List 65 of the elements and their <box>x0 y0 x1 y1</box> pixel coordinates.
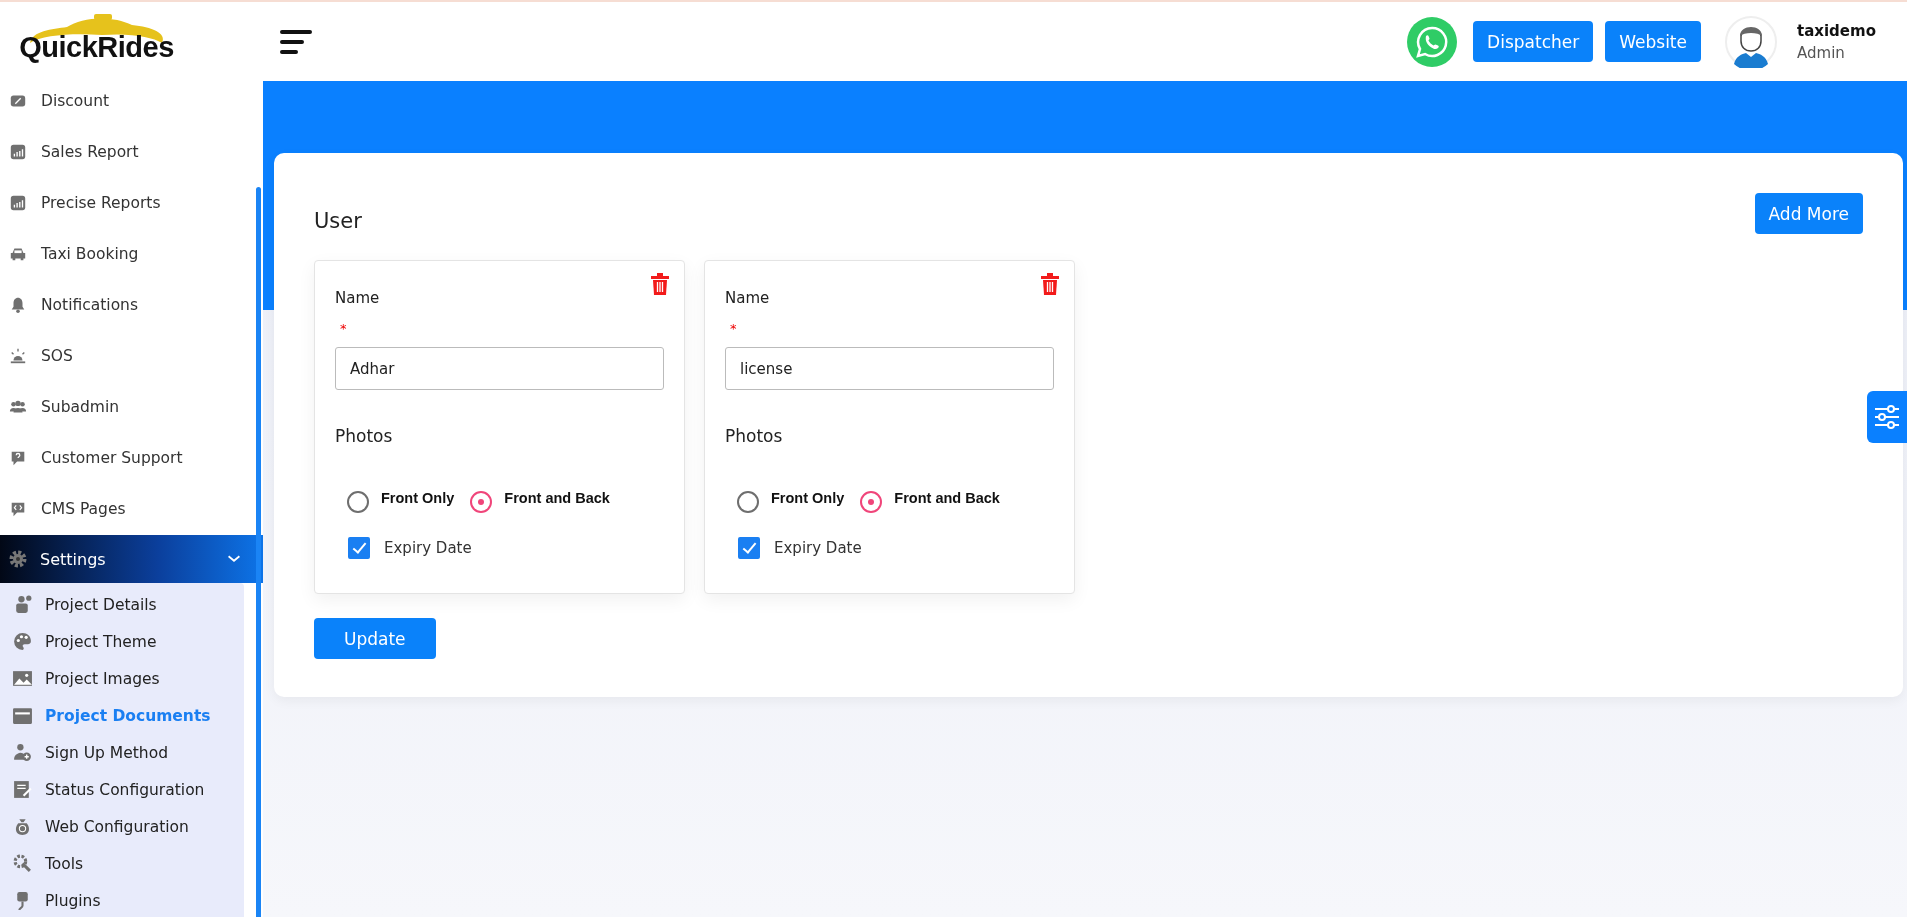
name-input[interactable]: Adhar <box>335 347 664 390</box>
delete-icon[interactable] <box>1041 273 1059 295</box>
required-mark: * <box>340 321 347 336</box>
radio-button[interactable] <box>860 491 883 513</box>
folder-icon <box>12 705 33 726</box>
checkbox-label: Expiry Date <box>774 539 862 557</box>
menu-icon[interactable] <box>280 28 314 55</box>
submenu-item[interactable]: Tools <box>0 845 244 882</box>
photos-label: Photos <box>725 426 784 446</box>
bell-icon <box>9 295 27 314</box>
gear-icon <box>8 549 28 569</box>
submenu-item[interactable]: Project Images <box>0 660 244 697</box>
avatar-icon[interactable] <box>1725 15 1777 68</box>
image-icon <box>12 668 33 689</box>
option-label: Front Only <box>381 490 455 506</box>
option-label: Front and Back <box>504 490 610 506</box>
sidebar-item[interactable]: Subadmin <box>0 381 263 432</box>
sliders-icon <box>1874 405 1900 429</box>
palette-icon <box>12 631 33 652</box>
sidebar-item[interactable]: Taxi Booking <box>0 228 263 279</box>
photos-label: Photos <box>335 426 394 446</box>
siren-icon <box>9 346 27 365</box>
sidebar-item[interactable]: CMS Pages <box>0 483 263 534</box>
chat-phone-icon[interactable] <box>1407 16 1458 67</box>
settings-tab[interactable] <box>1867 391 1907 443</box>
option-label: Front and Back <box>894 490 1000 506</box>
submenu-item[interactable]: Plugins <box>0 882 244 917</box>
name-input[interactable]: license <box>725 347 1054 390</box>
checkbox[interactable] <box>738 537 760 559</box>
chart-icon <box>9 142 27 161</box>
sidebar-item[interactable]: Precise Reports <box>0 177 263 228</box>
radio-button[interactable] <box>737 491 759 513</box>
submenu-item[interactable]: Status Configuration <box>0 771 244 808</box>
chart-icon <box>9 193 27 212</box>
tools-icon <box>12 853 33 874</box>
submenu-item[interactable]: Project Theme <box>0 623 244 660</box>
user-role: Admin <box>1797 43 1846 62</box>
radio-button[interactable] <box>347 491 369 513</box>
logo-text: QuickRides <box>19 31 174 64</box>
sidebar-item[interactable]: Notifications <box>0 279 263 330</box>
field-label: Name <box>725 289 771 307</box>
section-title: User <box>314 208 362 233</box>
header-button[interactable]: Website <box>1605 21 1701 62</box>
settings-menu-item[interactable]: Settings <box>0 535 263 583</box>
user-add-icon <box>12 742 33 763</box>
edit-document-icon <box>12 779 33 800</box>
add-more-button[interactable]: Add More <box>1754 193 1863 234</box>
checkbox-label: Expiry Date <box>384 539 472 557</box>
header-button[interactable]: Dispatcher <box>1473 21 1594 62</box>
user-name: taxidemo <box>1797 21 1877 40</box>
sidebar-item[interactable]: Discount <box>0 75 263 126</box>
checkbox[interactable] <box>348 537 370 559</box>
delete-icon[interactable] <box>651 273 669 295</box>
option-label: Front Only <box>771 490 845 506</box>
submenu-item[interactable]: Project Details <box>0 586 244 623</box>
update-button[interactable]: Update <box>314 618 436 659</box>
submenu-item[interactable]: Sign Up Method <box>0 734 244 771</box>
field-label: Name <box>335 289 381 307</box>
submenu-item[interactable]: Web Configuration <box>0 808 244 845</box>
sidebar-item[interactable]: Sales Report <box>0 126 263 177</box>
scrollbar[interactable] <box>256 187 261 917</box>
required-mark: * <box>730 321 737 336</box>
radio-button[interactable] <box>470 491 493 513</box>
sidebar-item[interactable]: SOS <box>0 330 263 381</box>
sidebar-item[interactable]: Customer Support <box>0 432 263 483</box>
